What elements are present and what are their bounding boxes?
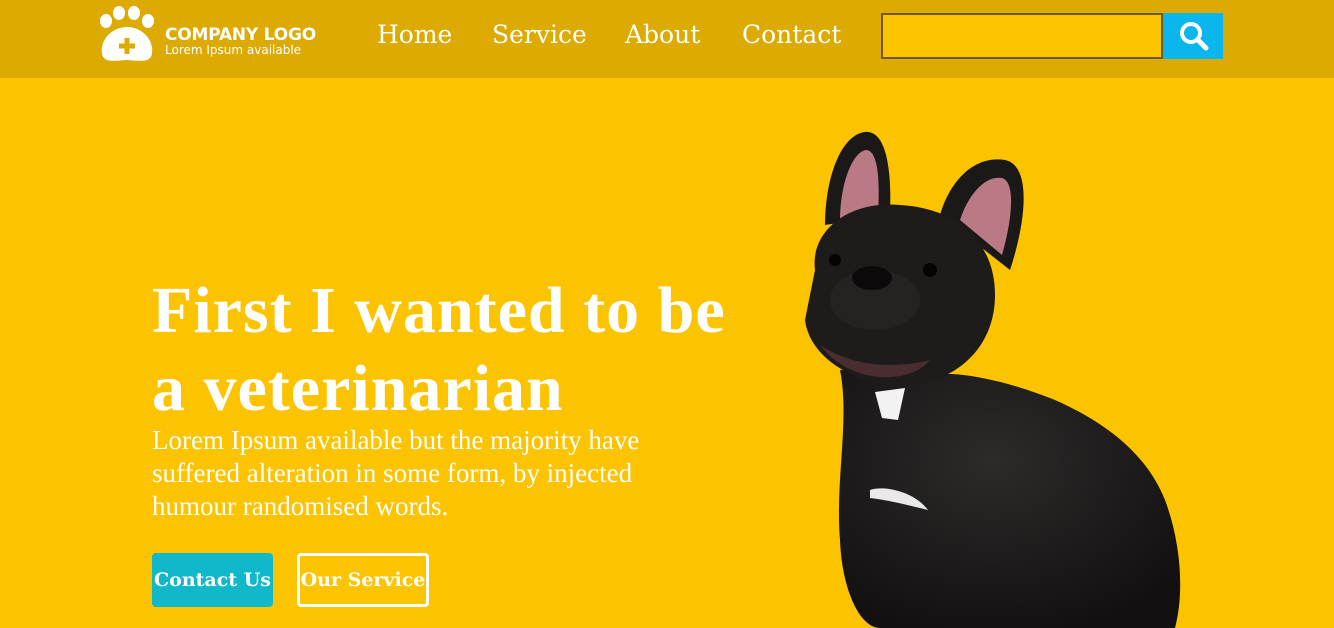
- paw-plus-icon: [100, 6, 154, 61]
- nav-service[interactable]: Service: [492, 20, 587, 49]
- company-logo[interactable]: COMPANY LOGO Lorem Ipsum available: [98, 6, 328, 64]
- logo-subtitle: Lorem Ipsum available: [165, 43, 302, 57]
- hero-title-line-2: a veterinarian: [152, 352, 564, 425]
- contact-us-button[interactable]: Contact Us: [152, 553, 273, 607]
- french-bulldog-image: [805, 131, 1181, 628]
- search-button[interactable]: [1163, 13, 1223, 59]
- nav-contact[interactable]: Contact: [742, 20, 841, 49]
- search-icon: [1180, 22, 1209, 51]
- hero-title: First I wanted to be a veterinarian: [152, 272, 772, 428]
- hero-description: Lorem Ipsum available but the majority h…: [152, 425, 640, 521]
- logo-title: COMPANY LOGO: [165, 25, 317, 45]
- search-input[interactable]: [881, 13, 1163, 59]
- nav-home[interactable]: Home: [377, 20, 452, 49]
- nav-about[interactable]: About: [625, 20, 700, 49]
- hero-title-line-1: First I wanted to be: [152, 274, 726, 347]
- our-service-button[interactable]: Our Service: [297, 553, 429, 607]
- site-header: COMPANY LOGO Lorem Ipsum available Home …: [0, 0, 1334, 78]
